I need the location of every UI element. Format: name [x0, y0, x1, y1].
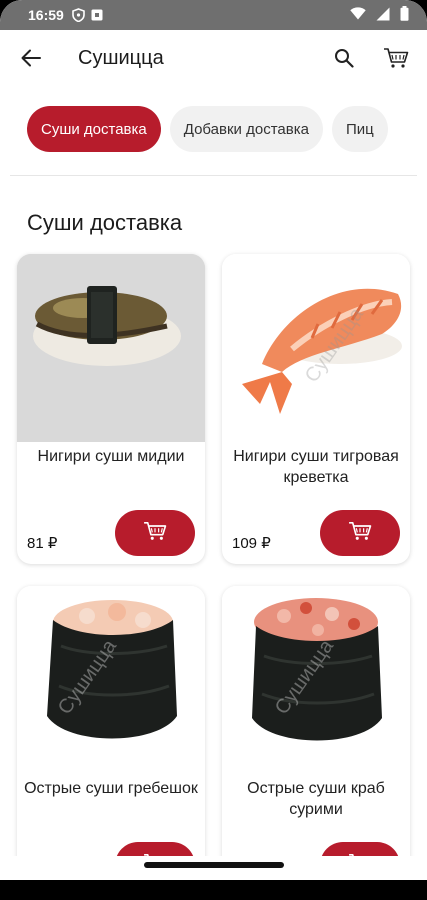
signal-icon — [376, 7, 390, 24]
product-name: Нигири суши мидии — [37, 448, 185, 465]
product-card[interactable]: Сушицца Острые суши краб сурими — [222, 586, 410, 896]
cart-icon — [143, 521, 167, 546]
product-photo-scallop-gunkan: Сушицца — [17, 586, 205, 774]
product-photo-crab-gunkan: Сушицца — [222, 586, 410, 774]
system-navigation-bar — [0, 856, 427, 900]
product-card[interactable]: Нигири суши мидии 81 ₽ — [17, 254, 205, 564]
battery-icon — [400, 6, 409, 24]
cart-icon[interactable] — [379, 41, 413, 75]
product-name: Нигири суши тигровая креветка — [233, 448, 399, 486]
wifi-icon — [350, 7, 366, 23]
search-icon[interactable] — [327, 41, 361, 75]
nav-bar-background — [0, 880, 427, 900]
section-title: Суши доставка — [27, 210, 183, 235]
app-bar: Сушицца — [0, 30, 427, 86]
product-photo-mussel-nigiri — [17, 254, 205, 442]
shield-icon — [72, 8, 85, 22]
add-to-cart-button[interactable] — [115, 510, 195, 556]
app-title: Сушицца — [78, 46, 164, 69]
status-bar: 16:59 — [0, 0, 427, 30]
product-card[interactable]: Сушицца Нигири суши тигровая креветка 10… — [222, 254, 410, 564]
product-price: 81 ₽ — [27, 535, 58, 552]
product-price: 109 ₽ — [232, 535, 271, 552]
home-gesture-handle[interactable] — [143, 862, 284, 868]
app-screen: 16:59 Сушицца Суши доставка Добавки дост… — [0, 0, 427, 900]
product-grid: Нигири суши мидии 81 ₽ Сушицца Нигири су… — [17, 254, 410, 896]
product-name: Острые суши краб сурими — [247, 780, 385, 818]
back-arrow-icon[interactable] — [14, 41, 48, 75]
product-name: Острые суши гребешок — [24, 780, 198, 797]
tab-sushi-delivery[interactable]: Суши доставка — [27, 106, 161, 152]
notification-icon — [91, 9, 103, 21]
cart-icon — [348, 521, 372, 546]
tab-pizza[interactable]: Пиц — [331, 106, 388, 152]
tab-additions-delivery[interactable]: Добавки доставка — [169, 106, 323, 152]
product-card[interactable]: Сушицца Острые суши гребешок — [17, 586, 205, 896]
add-to-cart-button[interactable] — [320, 510, 400, 556]
category-tabs: Суши доставка Добавки доставка Пиц — [0, 86, 427, 163]
status-time: 16:59 — [28, 7, 64, 23]
product-photo-shrimp-nigiri: Сушицца — [222, 254, 410, 442]
